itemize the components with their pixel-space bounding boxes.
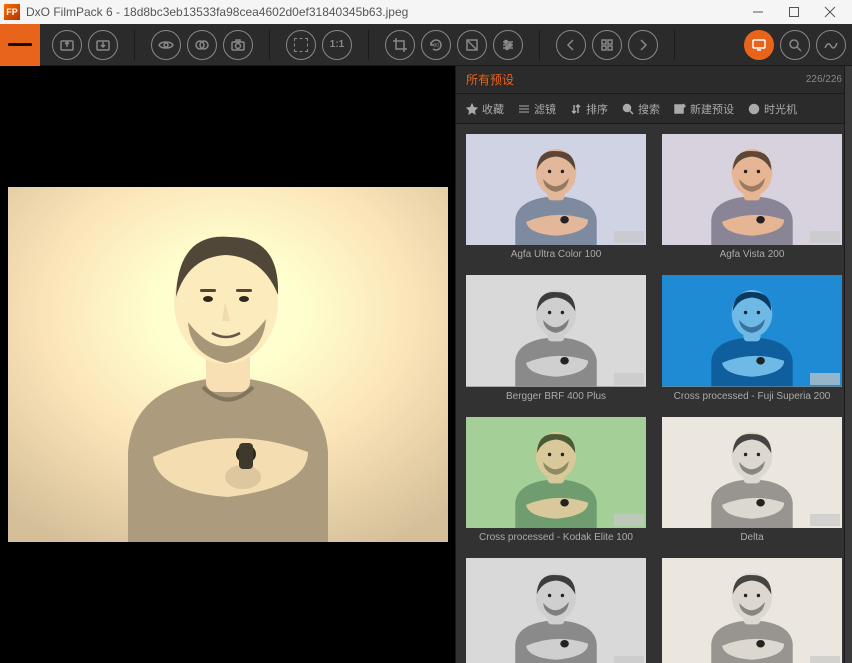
favorites-filter[interactable]: 收藏 bbox=[466, 101, 504, 117]
one-to-one-button[interactable]: 1:1 bbox=[322, 30, 352, 60]
right-tool-strip[interactable] bbox=[844, 66, 852, 663]
preset-label: Delta bbox=[740, 532, 763, 546]
close-button[interactable] bbox=[812, 0, 848, 24]
time-machine-button[interactable]: 时光机 bbox=[748, 101, 797, 117]
histogram-icon[interactable] bbox=[816, 30, 846, 60]
menu-button[interactable] bbox=[0, 24, 40, 66]
preset-thumb bbox=[662, 134, 842, 245]
preset-thumb bbox=[466, 417, 646, 528]
filter-bar: 收藏 滤镜 排序 搜索 新建预设 时光机 bbox=[456, 94, 852, 124]
preset-label: Agfa Ultra Color 100 bbox=[511, 249, 602, 263]
preset-grid-scroll[interactable]: Agfa Ultra Color 100 Agfa Vista 200 Berg… bbox=[456, 124, 852, 663]
app-icon: FP bbox=[4, 4, 20, 20]
preset-label: Agfa Vista 200 bbox=[720, 249, 785, 263]
eye-icon[interactable] bbox=[151, 30, 181, 60]
toolbar: 1:1 90 bbox=[0, 24, 852, 66]
preset-item[interactable]: Agfa Vista 200 bbox=[662, 134, 842, 263]
preset-badge bbox=[810, 514, 840, 526]
next-icon[interactable] bbox=[628, 30, 658, 60]
before-after-icon[interactable] bbox=[187, 30, 217, 60]
minimize-button[interactable] bbox=[740, 0, 776, 24]
snapshot-icon[interactable] bbox=[223, 30, 253, 60]
preset-item[interactable] bbox=[466, 558, 646, 663]
preset-thumb bbox=[662, 558, 842, 663]
main-photo bbox=[8, 187, 448, 542]
preset-item[interactable]: Agfa Ultra Color 100 bbox=[466, 134, 646, 263]
rotate-icon[interactable]: 90 bbox=[421, 30, 451, 60]
preset-grid: Agfa Ultra Color 100 Agfa Vista 200 Berg… bbox=[466, 134, 842, 663]
preset-thumb bbox=[662, 275, 842, 386]
preset-thumb bbox=[466, 275, 646, 386]
preset-label: Bergger BRF 400 Plus bbox=[506, 391, 606, 405]
prev-icon[interactable] bbox=[556, 30, 586, 60]
titlebar: FP DxO FilmPack 6 - 18d8bc3eb13533fa98ce… bbox=[0, 0, 852, 24]
maximize-button[interactable] bbox=[776, 0, 812, 24]
preset-thumb bbox=[466, 558, 646, 663]
fit-icon[interactable] bbox=[286, 30, 316, 60]
preset-item[interactable] bbox=[662, 558, 842, 663]
preset-count: 226/226 bbox=[806, 74, 842, 85]
preset-thumb bbox=[662, 417, 842, 528]
preset-item[interactable]: Cross processed - Kodak Elite 100 bbox=[466, 417, 646, 546]
magnify-icon[interactable] bbox=[780, 30, 810, 60]
preset-badge bbox=[614, 656, 644, 663]
sort-filter[interactable]: 排序 bbox=[570, 101, 608, 117]
preset-badge bbox=[614, 231, 644, 243]
presets-panel: 所有预设 226/226 收藏 滤镜 排序 搜索 新建预设 bbox=[455, 66, 852, 663]
preset-label: Cross processed - Fuji Superia 200 bbox=[674, 391, 831, 405]
preset-badge bbox=[810, 656, 840, 663]
crop-icon[interactable] bbox=[385, 30, 415, 60]
preset-item[interactable]: Bergger BRF 400 Plus bbox=[466, 275, 646, 404]
image-viewer[interactable] bbox=[0, 66, 455, 663]
main: 所有预设 226/226 收藏 滤镜 排序 搜索 新建预设 bbox=[0, 66, 852, 663]
category-label: 所有预设 bbox=[466, 71, 514, 88]
new-preset-button[interactable]: 新建预设 bbox=[674, 101, 734, 117]
preset-item[interactable]: Delta bbox=[662, 417, 842, 546]
filter-filter[interactable]: 滤镜 bbox=[518, 101, 556, 117]
preset-badge bbox=[810, 373, 840, 385]
preset-label: Cross processed - Kodak Elite 100 bbox=[479, 532, 633, 546]
export-icon[interactable] bbox=[88, 30, 118, 60]
preset-badge bbox=[810, 231, 840, 243]
preset-thumb bbox=[466, 134, 646, 245]
category-bar[interactable]: 所有预设 226/226 bbox=[456, 66, 852, 94]
grid-view-icon[interactable] bbox=[592, 30, 622, 60]
preset-badge bbox=[614, 514, 644, 526]
sliders-icon[interactable] bbox=[493, 30, 523, 60]
svg-text:90: 90 bbox=[434, 43, 440, 49]
import-icon[interactable] bbox=[52, 30, 82, 60]
straighten-icon[interactable] bbox=[457, 30, 487, 60]
window-title: DxO FilmPack 6 - 18d8bc3eb13533fa98cea46… bbox=[26, 5, 740, 19]
monitor-icon[interactable] bbox=[744, 30, 774, 60]
preset-item[interactable]: Cross processed - Fuji Superia 200 bbox=[662, 275, 842, 404]
preset-badge bbox=[614, 373, 644, 385]
search-filter[interactable]: 搜索 bbox=[622, 101, 660, 117]
